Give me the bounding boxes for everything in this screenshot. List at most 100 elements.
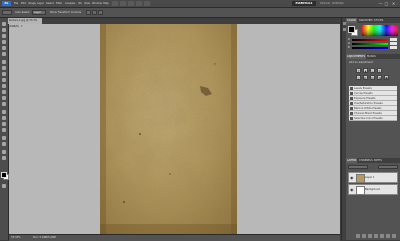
menu-select[interactable]: Select — [46, 1, 54, 6]
blue-slider-track[interactable] — [352, 47, 388, 49]
tab-styles[interactable]: STYLES — [373, 18, 384, 23]
tool-preset-picker[interactable] — [2, 10, 12, 15]
menu-3d[interactable]: 3D — [78, 1, 82, 6]
bridge-button[interactable] — [112, 1, 118, 6]
brush-tool-icon[interactable] — [2, 66, 6, 70]
trash-icon[interactable] — [392, 234, 396, 238]
blue-slider[interactable]: B — [348, 46, 398, 49]
new-layer-icon[interactable] — [386, 234, 390, 238]
add-mask-icon[interactable] — [368, 234, 372, 238]
align-middle-icon[interactable] — [92, 10, 97, 15]
tab-layers[interactable]: LAYERS — [346, 158, 358, 163]
blend-mode-dropdown[interactable] — [348, 165, 368, 169]
clone-stamp-tool-icon[interactable] — [2, 72, 6, 76]
menu-view[interactable]: View — [84, 1, 90, 6]
3d-orbit-tool-icon[interactable] — [2, 142, 6, 146]
type-tool-icon[interactable] — [2, 116, 6, 120]
menu-image[interactable]: Image — [28, 1, 36, 6]
layer-name[interactable]: Layer 1 — [365, 175, 374, 180]
close-tab-icon[interactable]: × — [21, 25, 23, 28]
align-bottom-icon[interactable] — [98, 10, 103, 15]
screen-mode-button[interactable] — [144, 1, 150, 6]
layer-name[interactable]: Background — [365, 187, 380, 192]
3d-rotate-tool-icon[interactable] — [2, 136, 6, 140]
green-value-field[interactable] — [390, 42, 397, 45]
shape-tool-icon[interactable] — [2, 128, 6, 132]
zoom-level-button[interactable] — [128, 1, 134, 6]
tab-adjustments[interactable]: ADJUSTMENTS — [346, 54, 367, 59]
minibridge-button[interactable] — [120, 1, 126, 6]
red-value-field[interactable] — [390, 38, 397, 41]
layer-row[interactable]: ◉ Layer 1 — [348, 172, 398, 183]
pen-tool-icon[interactable] — [2, 110, 6, 114]
opacity-field[interactable] — [378, 165, 398, 169]
tab-masks[interactable]: MASKS — [366, 54, 377, 59]
color-spectrum-bar[interactable] — [362, 25, 398, 36]
menu-edit[interactable]: Edit — [21, 1, 26, 6]
menu-file[interactable]: File — [14, 1, 18, 6]
zoom-readout[interactable]: 33.33% — [11, 235, 21, 241]
path-selection-tool-icon[interactable] — [2, 122, 6, 126]
menu-analysis[interactable]: Analysis — [65, 1, 75, 6]
list-item[interactable]: Selective Color Presets — [349, 116, 397, 121]
new-group-icon[interactable] — [380, 234, 384, 238]
blur-tool-icon[interactable] — [2, 96, 6, 100]
workspace-painting-link[interactable]: PAINTING — [332, 1, 344, 6]
show-transform-controls-label[interactable]: Show Transform Controls — [50, 10, 81, 15]
align-top-icon[interactable] — [86, 10, 91, 15]
move-tool-icon[interactable] — [2, 22, 6, 26]
black-white-icon[interactable]: ◑ — [377, 75, 382, 80]
green-slider[interactable]: G — [348, 42, 398, 45]
blue-value-field[interactable] — [390, 46, 397, 49]
exposure-icon[interactable]: ± — [377, 68, 382, 73]
foreground-color-swatch[interactable] — [1, 172, 7, 178]
minimize-icon[interactable]: — — [378, 1, 383, 6]
color-balance-icon[interactable]: ⚖ — [370, 75, 375, 80]
tab-channels[interactable]: CHANNELS — [358, 158, 374, 163]
quick-select-tool-icon[interactable] — [2, 40, 6, 44]
red-slider-track[interactable] — [352, 39, 388, 41]
green-slider-track[interactable] — [352, 43, 388, 45]
vibrance-icon[interactable]: ▽ — [356, 75, 361, 80]
layer-row[interactable]: ◉ Background — [348, 184, 398, 195]
visibility-eye-icon[interactable]: ◉ — [350, 176, 354, 180]
document-tab[interactable]: texture-1.jpg @ 33.3% (RGB/8) × — [8, 18, 42, 28]
curves-icon[interactable]: ∿ — [370, 68, 375, 73]
eyedropper-tool-icon[interactable] — [2, 52, 6, 56]
levels-icon[interactable]: ▲ — [363, 68, 368, 73]
menu-filter[interactable]: Filter — [56, 1, 62, 6]
arrange-documents-button[interactable] — [136, 1, 142, 6]
eraser-tool-icon[interactable] — [2, 84, 6, 88]
red-slider[interactable]: R — [348, 38, 398, 41]
hue-saturation-icon[interactable]: ◐ — [363, 75, 368, 80]
visibility-eye-icon[interactable]: ◉ — [350, 188, 354, 192]
workspace-essentials-button[interactable]: ESSENTIALS — [292, 1, 316, 6]
zoom-tool-icon[interactable] — [2, 156, 6, 160]
marquee-tool-icon[interactable] — [2, 28, 6, 32]
gradient-tool-icon[interactable] — [2, 90, 6, 94]
menu-help[interactable]: Help — [103, 1, 109, 6]
close-icon[interactable]: ✕ — [391, 1, 396, 6]
tab-swatches[interactable]: SWATCHES — [358, 18, 374, 23]
quick-mask-icon[interactable] — [2, 184, 6, 188]
document-canvas[interactable] — [100, 24, 237, 234]
lasso-tool-icon[interactable] — [2, 34, 6, 38]
workspace-design-link[interactable]: DESIGN — [320, 1, 330, 6]
layer-style-icon[interactable] — [362, 234, 366, 238]
healing-brush-tool-icon[interactable] — [2, 60, 6, 64]
new-adjustment-layer-icon[interactable] — [374, 234, 378, 238]
menu-window[interactable]: Window — [92, 1, 102, 6]
brightness-contrast-icon[interactable]: ☀ — [356, 68, 361, 73]
crop-tool-icon[interactable] — [2, 46, 6, 50]
color-panel-foreground-swatch[interactable] — [348, 26, 355, 33]
link-layers-icon[interactable] — [356, 234, 360, 238]
menu-layer[interactable]: Layer — [37, 1, 44, 6]
tab-paths[interactable]: PATHS — [373, 158, 383, 163]
hand-tool-icon[interactable] — [2, 150, 6, 154]
history-brush-tool-icon[interactable] — [2, 78, 6, 82]
dodge-tool-icon[interactable] — [2, 102, 6, 106]
tab-color[interactable]: COLOR — [346, 18, 357, 23]
maximize-icon[interactable]: □ — [384, 1, 389, 6]
auto-select-dropdown[interactable]: Layer — [32, 10, 46, 15]
photo-filter-icon[interactable]: ● — [384, 75, 389, 80]
